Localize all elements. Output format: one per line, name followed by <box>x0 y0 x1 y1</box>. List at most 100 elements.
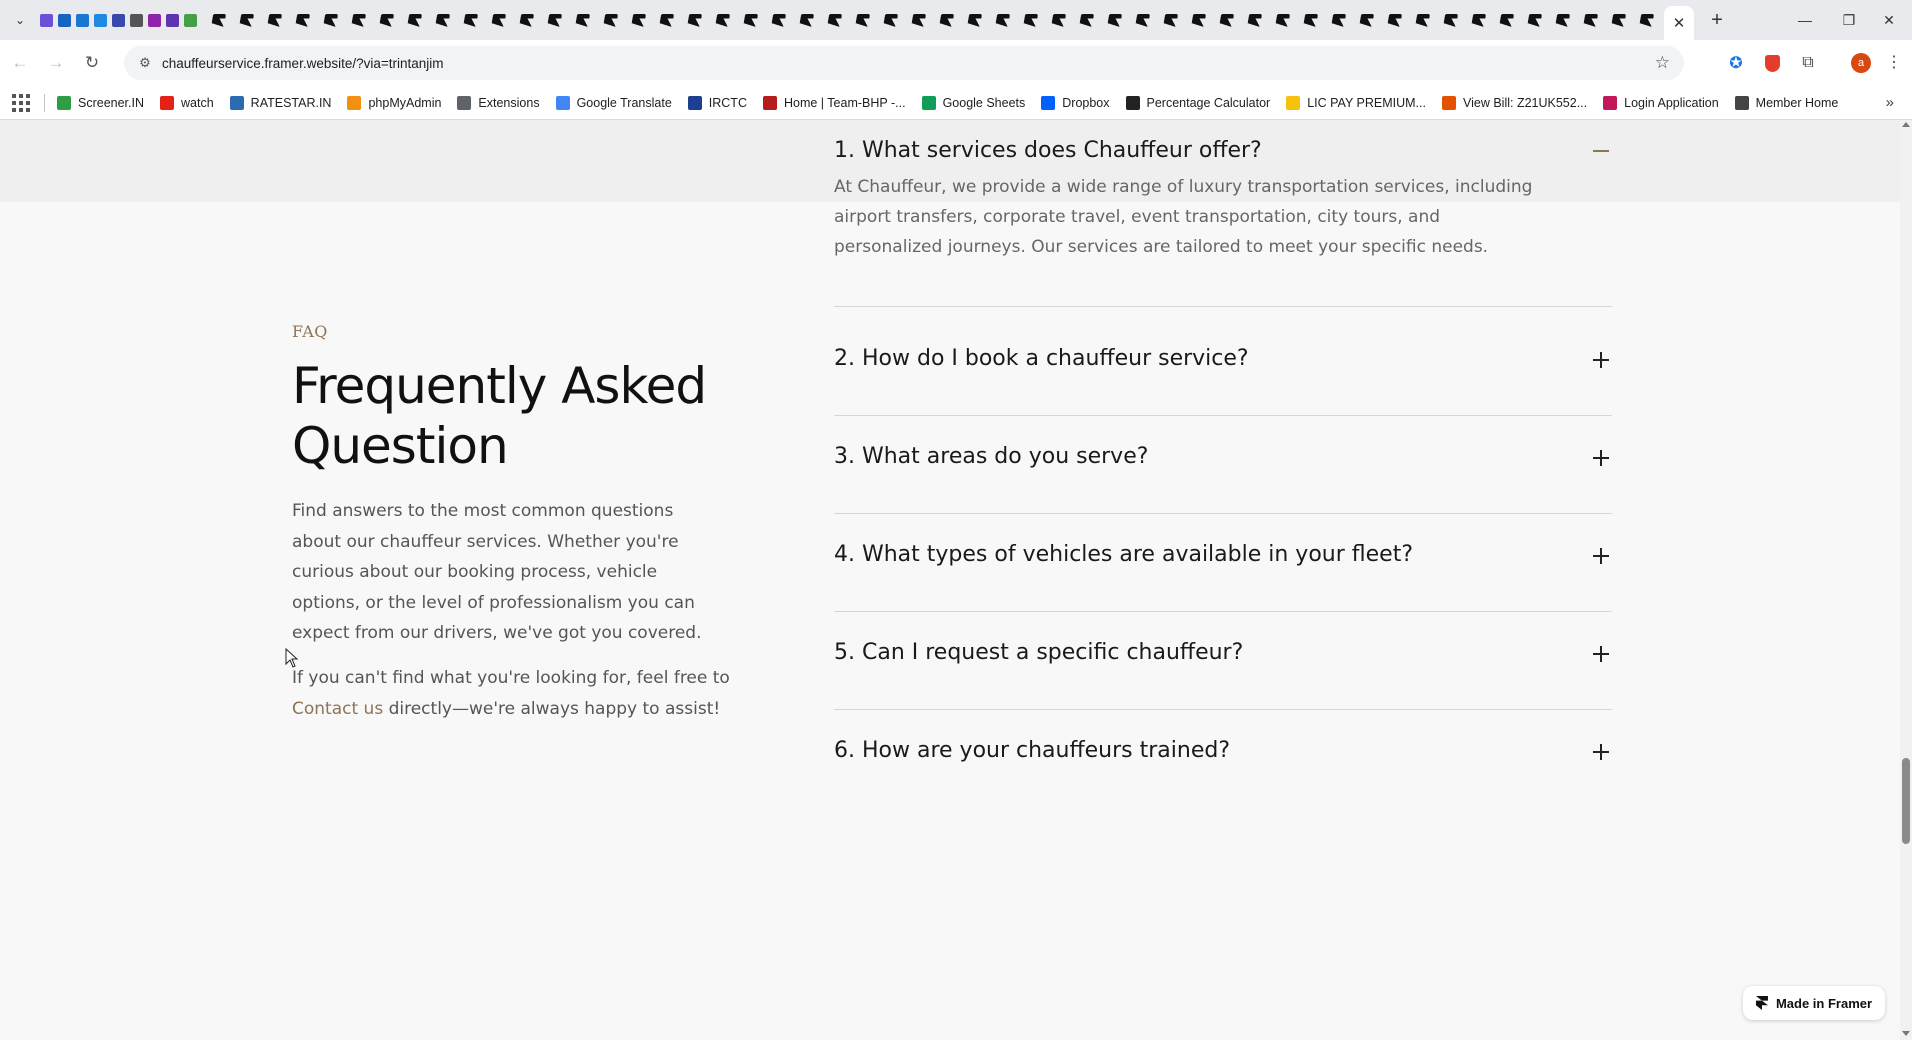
bookmark-item[interactable]: Google Sheets <box>921 95 1025 110</box>
framer-tab-icon[interactable] <box>939 14 954 27</box>
framer-tab-icon[interactable] <box>1639 14 1654 27</box>
pinned-tab-icon[interactable] <box>130 13 143 27</box>
framer-tab-icon[interactable] <box>1555 14 1570 27</box>
apps-grid-icon[interactable] <box>12 93 30 112</box>
bookmark-item[interactable]: LIC PAY PREMIUM... <box>1286 95 1426 110</box>
framer-tab-icon[interactable] <box>1415 14 1430 27</box>
expand-plus-icon[interactable] <box>1590 447 1612 469</box>
url-text[interactable]: chauffeurservice.framer.website/?via=tri… <box>162 56 444 71</box>
framer-tab-icon[interactable] <box>827 14 842 27</box>
framer-tab-icon[interactable] <box>463 14 478 27</box>
bookmark-item[interactable]: Extensions <box>457 95 540 110</box>
faq-item[interactable]: 2. How do I book a chauffeur service? <box>834 318 1612 416</box>
expand-plus-icon[interactable] <box>1590 643 1612 665</box>
framer-tab-icon[interactable] <box>239 14 254 27</box>
pinned-tab-icon[interactable] <box>148 13 161 27</box>
faq-question[interactable]: 5. Can I request a specific chauffeur? <box>834 640 1243 665</box>
framer-tab-icon[interactable] <box>1331 14 1346 27</box>
pinned-tab-icon[interactable] <box>112 13 125 27</box>
framer-tab-icon[interactable] <box>1359 14 1374 27</box>
faq-question[interactable]: 4. What types of vehicles are available … <box>834 542 1413 567</box>
made-in-framer-badge[interactable]: Made in Framer <box>1743 986 1885 1020</box>
framer-tab-icon[interactable] <box>1023 14 1038 27</box>
framer-tab-icon[interactable] <box>1051 14 1066 27</box>
framer-tab-icon[interactable] <box>1583 14 1598 27</box>
scroll-up-arrow-icon[interactable] <box>1902 122 1910 127</box>
framer-tab-icon[interactable] <box>1191 14 1206 27</box>
bookmark-item[interactable]: IRCTC <box>687 95 747 110</box>
framer-tab-icon[interactable] <box>1163 14 1178 27</box>
framer-tab-icon[interactable] <box>1079 14 1094 27</box>
expand-plus-icon[interactable] <box>1590 349 1612 371</box>
framer-tab-icon[interactable] <box>1387 14 1402 27</box>
faq-question[interactable]: 3. What areas do you serve? <box>834 444 1148 469</box>
framer-tab-icon[interactable] <box>491 14 506 27</box>
pinned-tab-icon[interactable] <box>58 13 71 27</box>
minimize-icon[interactable]: — <box>1782 0 1828 40</box>
framer-tab-icon[interactable] <box>659 14 674 27</box>
framer-tab-icon[interactable] <box>1135 14 1150 27</box>
bookmark-item[interactable]: watch <box>160 95 214 110</box>
more-bookmarks-icon[interactable]: » <box>1886 94 1894 111</box>
bookmark-item[interactable]: Member Home <box>1734 95 1838 110</box>
bookmark-item[interactable]: Google Translate <box>555 95 672 110</box>
faq-item[interactable]: 6. How are your chauffeurs trained? <box>834 710 1612 770</box>
faq-item[interactable]: 5. Can I request a specific chauffeur? <box>834 612 1612 710</box>
framer-tab-icon[interactable] <box>1303 14 1318 27</box>
framer-tab-icon[interactable] <box>771 14 786 27</box>
framer-tab-icon[interactable] <box>911 14 926 27</box>
pinned-tab-icon[interactable] <box>94 13 107 27</box>
framer-tab-icon[interactable] <box>575 14 590 27</box>
framer-tab-icon[interactable] <box>687 14 702 27</box>
collapse-minus-icon[interactable] <box>1590 140 1612 162</box>
faq-question[interactable]: 2. How do I book a chauffeur service? <box>834 346 1249 371</box>
pinned-tabs[interactable] <box>40 0 1660 40</box>
framer-tab-icon[interactable] <box>267 14 282 27</box>
faq-question[interactable]: 1. What services does Chauffeur offer? <box>834 138 1262 163</box>
active-tab-close-icon[interactable]: ✕ <box>1664 6 1694 40</box>
expand-plus-icon[interactable] <box>1590 545 1612 567</box>
pinned-tab-icon[interactable] <box>76 13 89 27</box>
framer-tab-icon[interactable] <box>1247 14 1262 27</box>
framer-tab-icon[interactable] <box>379 14 394 27</box>
framer-tab-icon[interactable] <box>211 14 226 27</box>
framer-tab-icon[interactable] <box>1443 14 1458 27</box>
forward-icon[interactable]: → <box>40 47 72 79</box>
framer-tab-icon[interactable] <box>519 14 534 27</box>
site-info-icon[interactable]: ⚙ <box>130 55 160 71</box>
faq-item[interactable]: 1. What services does Chauffeur offer? At… <box>834 120 1612 307</box>
new-tab-icon[interactable]: + <box>1705 8 1729 32</box>
faq-item[interactable]: 4. What types of vehicles are available … <box>834 514 1612 612</box>
framer-tab-icon[interactable] <box>1219 14 1234 27</box>
reload-icon[interactable]: ↻ <box>76 47 108 79</box>
framer-tab-icon[interactable] <box>995 14 1010 27</box>
framer-tab-icon[interactable] <box>295 14 310 27</box>
close-window-icon[interactable]: ✕ <box>1866 0 1912 40</box>
bookmark-item[interactable]: View Bill: Z21UK552... <box>1441 95 1587 110</box>
page-scrollbar[interactable] <box>1900 120 1912 1040</box>
bookmark-star-icon[interactable]: ☆ <box>1655 53 1670 73</box>
pinned-tab-icon[interactable] <box>40 13 53 27</box>
extension-shield-icon[interactable] <box>1761 52 1783 74</box>
framer-tab-icon[interactable] <box>883 14 898 27</box>
profile-avatar[interactable]: a <box>1851 53 1871 73</box>
bookmark-item[interactable]: Percentage Calculator <box>1125 95 1270 110</box>
framer-tab-icon[interactable] <box>631 14 646 27</box>
framer-tab-icon[interactable] <box>1611 14 1626 27</box>
framer-tab-icon[interactable] <box>1275 14 1290 27</box>
framer-tab-icon[interactable] <box>435 14 450 27</box>
framer-tab-icon[interactable] <box>855 14 870 27</box>
framer-tab-icon[interactable] <box>715 14 730 27</box>
bookmark-item[interactable]: Home | Team-BHP -... <box>762 95 906 110</box>
framer-tab-icon[interactable] <box>323 14 338 27</box>
bookmark-item[interactable]: RATESTAR.IN <box>229 95 331 110</box>
back-icon[interactable]: ← <box>4 47 36 79</box>
framer-tab-icon[interactable] <box>603 14 618 27</box>
framer-tab-icon[interactable] <box>1107 14 1122 27</box>
scrollbar-thumb[interactable] <box>1902 758 1910 844</box>
framer-tab-icon[interactable] <box>743 14 758 27</box>
faq-item[interactable]: 3. What areas do you serve? <box>834 416 1612 514</box>
address-bar[interactable]: ⚙ chauffeurservice.framer.website/?via=t… <box>124 46 1684 80</box>
tab-search-chevron-icon[interactable]: ⌄ <box>0 0 40 40</box>
framer-tab-icon[interactable] <box>351 14 366 27</box>
